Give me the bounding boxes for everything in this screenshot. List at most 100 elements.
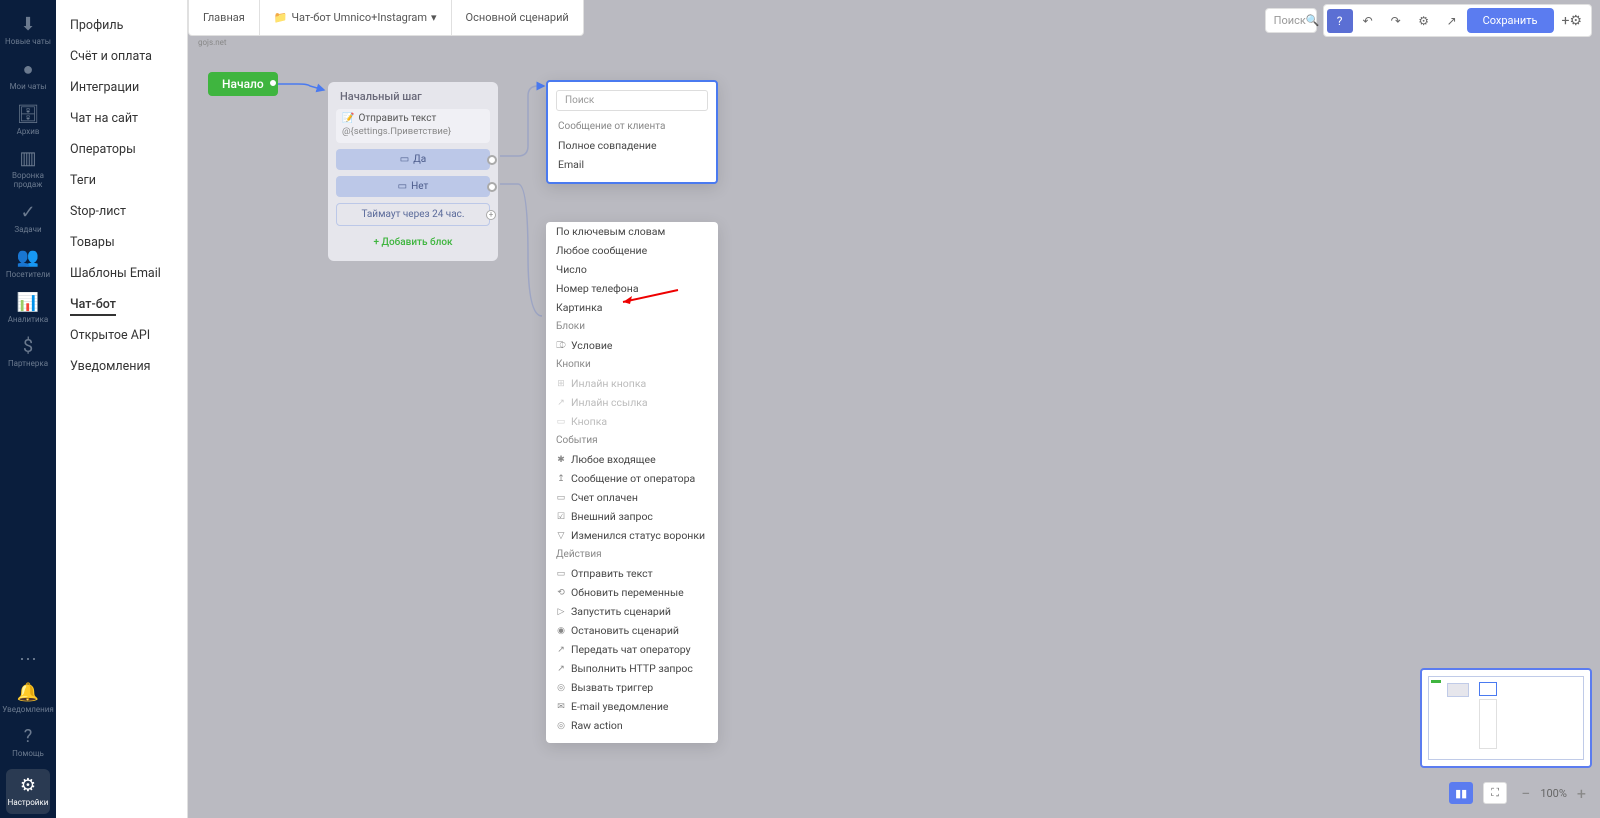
settings-tags[interactable]: Теги — [56, 165, 187, 196]
timeout-port[interactable]: + — [486, 210, 496, 220]
sidebar-funnel[interactable]: ▥Воронка продаж — [3, 142, 53, 196]
folder-icon: 📁 — [274, 11, 288, 24]
settings-products[interactable]: Товары — [56, 227, 187, 258]
sidebar-tasks[interactable]: ✓Задачи — [3, 196, 53, 241]
breadcrumb-home[interactable]: Главная — [189, 0, 260, 35]
dd-send-text[interactable]: ▭Отправить текст — [546, 564, 718, 583]
zoom-in-button[interactable]: + — [1573, 784, 1590, 803]
dd-any-message[interactable]: Любое сообщение — [546, 241, 718, 260]
download-icon: ⬇ — [20, 14, 35, 35]
zoom-out-button[interactable]: − — [1517, 784, 1534, 803]
undo-button[interactable]: ↶ — [1355, 9, 1381, 33]
settings-chat-widget[interactable]: Чат на сайт — [56, 103, 187, 134]
sidebar-my-chats[interactable]: ●Мои чаты — [3, 53, 53, 98]
settings-notifications[interactable]: Уведомления — [56, 351, 187, 382]
settings-profile[interactable]: Профиль — [56, 10, 187, 41]
chat-icon: ● — [23, 59, 34, 80]
settings-integrations[interactable]: Интеграции — [56, 72, 187, 103]
help-icon: ? — [24, 726, 33, 747]
flow-canvas[interactable]: Начало Начальный шаг 📝Отправить текст @{… — [188, 36, 1600, 818]
dd-number[interactable]: Число — [546, 260, 718, 279]
dd-operator-message[interactable]: ↥Сообщение от оператора — [546, 469, 718, 488]
keyboard-button-icon: ▭ — [556, 417, 566, 427]
settings-billing[interactable]: Счёт и оплата — [56, 41, 187, 72]
funnel-icon: ▥ — [19, 148, 36, 169]
yes-button[interactable]: ▭Да — [336, 149, 490, 170]
settings-operators[interactable]: Операторы — [56, 134, 187, 165]
sidebar-more[interactable]: ⋯ — [3, 643, 53, 676]
redo-button[interactable]: ↷ — [1383, 9, 1409, 33]
inline-button-icon: ⊞ — [556, 379, 566, 389]
settings-api[interactable]: Открытое API — [56, 320, 187, 351]
settings-button[interactable]: ⚙ — [1411, 9, 1437, 33]
refresh-icon: ⟲ — [556, 588, 566, 598]
save-button[interactable]: Сохранить — [1467, 8, 1554, 33]
button-icon: ▭ — [400, 154, 409, 165]
dd-group-client-message: Сообщение от клиента — [548, 117, 716, 136]
sidebar-archive[interactable]: 🗄Архив — [3, 98, 53, 143]
dd-raw-action[interactable]: ◎Raw action — [546, 716, 718, 735]
dd-transfer-operator[interactable]: ↗Передать чат оператору — [546, 640, 718, 659]
minimap[interactable] — [1420, 668, 1592, 768]
dropdown-search[interactable]: Поиск — [556, 90, 708, 111]
no-button[interactable]: ▭Нет — [336, 176, 490, 197]
fit-screen-button[interactable]: ⛶ — [1483, 782, 1507, 804]
share-button[interactable]: ↗ — [1439, 9, 1465, 33]
add-block-button[interactable]: + Добавить блок — [336, 232, 490, 253]
dd-condition[interactable]: ⎄Условие — [546, 336, 718, 355]
timeout-button[interactable]: Таймаут через 24 час.+ — [336, 203, 490, 226]
no-port[interactable] — [487, 182, 497, 192]
search-input[interactable]: Поиск🔍 — [1265, 8, 1317, 33]
dd-exact-match[interactable]: Полное совпадение — [548, 136, 716, 155]
gear-icon: ⚙ — [20, 775, 36, 796]
dd-update-vars[interactable]: ⟲Обновить переменные — [546, 583, 718, 602]
pause-button[interactable]: ▮▮ — [1449, 782, 1473, 804]
settings-chatbot[interactable]: Чат-бот — [56, 289, 187, 320]
sidebar-partner[interactable]: $Партнерка — [3, 330, 53, 375]
dd-stop-scenario[interactable]: ◉Остановить сценарий — [546, 621, 718, 640]
sidebar-settings[interactable]: ⚙Настройки — [6, 769, 50, 814]
dd-inline-link: ↗Инлайн ссылка — [546, 393, 718, 412]
settings-stoplist[interactable]: Stop-лист — [56, 196, 187, 227]
sidebar-analytics[interactable]: 📊Аналитика — [3, 286, 53, 331]
users-icon: 👥 — [17, 247, 39, 268]
email-icon: ✉ — [556, 702, 566, 712]
more-icon: ⋯ — [19, 649, 37, 670]
dd-invoice-paid[interactable]: ▭Счет оплачен — [546, 488, 718, 507]
transfer-icon: ↗ — [556, 645, 566, 655]
search-icon: 🔍 — [1306, 14, 1320, 27]
dd-http-request[interactable]: ↗Выполнить HTTP запрос — [546, 659, 718, 678]
dark-sidebar: ⬇Новые чаты ●Мои чаты 🗄Архив ▥Воронка пр… — [0, 0, 56, 818]
breadcrumb-folder[interactable]: 📁Чат-бот Umnico+Instagram▾ — [260, 0, 452, 35]
sidebar-new-chats[interactable]: ⬇Новые чаты — [3, 8, 53, 53]
dd-keywords[interactable]: По ключевым словам — [546, 222, 718, 241]
settings-email-templates[interactable]: Шаблоны Email — [56, 258, 187, 289]
dd-funnel-status[interactable]: ▽Изменился статус воронки — [546, 526, 718, 545]
breadcrumb-scenario[interactable]: Основной сценарий — [452, 0, 583, 35]
dd-external-request[interactable]: ☑Внешний запрос — [546, 507, 718, 526]
step-card[interactable]: Начальный шаг 📝Отправить текст @{setting… — [328, 82, 498, 261]
zoom-level: 100% — [1540, 787, 1567, 800]
sidebar-notifications[interactable]: 🔔Уведомления — [3, 676, 53, 721]
dd-trigger[interactable]: ◎Вызвать триггер — [546, 678, 718, 697]
dd-email[interactable]: Email — [548, 155, 716, 174]
asterisk-icon: ✱ — [556, 455, 566, 465]
sidebar-visitors[interactable]: 👥Посетители — [3, 241, 53, 286]
card-icon: ▭ — [556, 493, 566, 503]
yes-port[interactable] — [487, 155, 497, 165]
sidebar-help[interactable]: ?Помощь — [3, 720, 53, 765]
more-options-button[interactable]: +⚙ — [1556, 13, 1589, 29]
condition-icon: ⎄ — [556, 341, 566, 351]
zoom-toolbar: ▮▮ ⛶ − 100% + — [1449, 782, 1590, 804]
dd-group-blocks: Блоки — [546, 317, 718, 336]
breadcrumb-bar: Главная 📁Чат-бот Umnico+Instagram▾ Основ… — [188, 0, 584, 36]
dd-inline-button: ⊞Инлайн кнопка — [546, 374, 718, 393]
settings-panel: Профиль Счёт и оплата Интеграции Чат на … — [56, 0, 188, 818]
step-send-text-block[interactable]: 📝Отправить текст @{settings.Приветствие} — [336, 109, 490, 143]
dd-any-incoming[interactable]: ✱Любое входящее — [546, 450, 718, 469]
start-port[interactable] — [268, 78, 278, 88]
help-button[interactable]: ? — [1327, 9, 1353, 33]
dd-run-scenario[interactable]: ▷Запустить сценарий — [546, 602, 718, 621]
dd-email-notify[interactable]: ✉E-mail уведомление — [546, 697, 718, 716]
block-selector-dropdown-top: Поиск Сообщение от клиента Полное совпад… — [546, 80, 718, 184]
